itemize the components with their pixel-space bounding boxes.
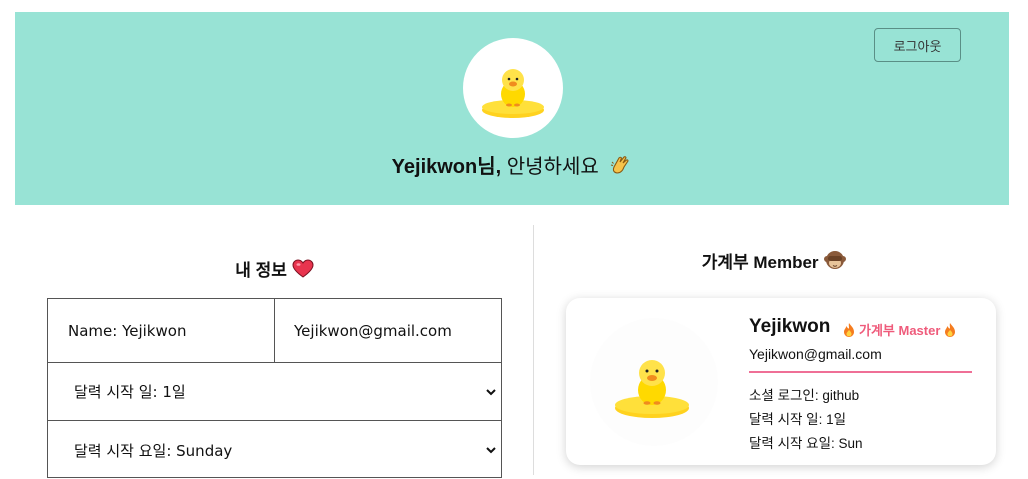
member-role-text: 가계부 Master: [859, 323, 941, 338]
calendar-start-weekday-select[interactable]: 달력 시작 요일: Sunday: [48, 421, 501, 479]
logout-button[interactable]: 로그아웃: [874, 28, 961, 62]
calendar-start-day-value: 달력 시작 일: 1일: [74, 383, 186, 401]
see-no-evil-monkey-icon: [823, 248, 847, 277]
duck-figure-icon: [615, 360, 689, 418]
member-name: Yejikwon: [749, 316, 831, 337]
calendar-start-weekday-value: 달력 시작 요일: Sunday: [74, 441, 233, 460]
info-row: Name: Yejikwon Yejikwon@gmail.com: [48, 299, 501, 363]
calendar-start-day-select[interactable]: 달력 시작 일: 1일: [48, 363, 501, 421]
member-email: Yejikwon@gmail.com: [749, 346, 882, 362]
member-start-day: 달력 시작 일: 1일: [749, 412, 847, 427]
members-title: 가계부 Member: [701, 253, 819, 272]
duck-figure-icon: [482, 69, 544, 118]
heart-icon: [292, 259, 314, 284]
my-info-heading: 내 정보: [47, 256, 502, 284]
greeting-text: 안녕하세요: [501, 156, 599, 178]
member-card: Yejikwon 가계부 Master Yejikwon@gmail.com 소…: [566, 298, 996, 465]
member-avatar: [590, 318, 718, 446]
column-divider: [533, 225, 534, 475]
email-cell: Yejikwon@gmail.com: [294, 321, 452, 340]
name-cell: Name: Yejikwon: [48, 299, 275, 362]
fire-icon: [945, 322, 956, 337]
my-info-table: Name: Yejikwon Yejikwon@gmail.com 달력 시작 …: [47, 298, 502, 478]
member-start-weekday: 달력 시작 요일: Sun: [749, 436, 863, 451]
chevron-down-icon: [486, 388, 496, 395]
member-role-badge: 가계부 Master: [842, 320, 957, 339]
card-divider: [749, 371, 972, 373]
fire-icon: [844, 322, 854, 337]
profile-avatar: [463, 38, 563, 138]
my-info-title: 내 정보: [235, 261, 287, 280]
greeting-name: Yejikwon님,: [391, 156, 502, 178]
clapping-hands-icon: [608, 153, 632, 183]
members-heading: 가계부 Member: [540, 248, 1009, 277]
profile-header: 로그아웃 Yejikwon님, 안녕하세요: [15, 12, 1009, 205]
chevron-down-icon: [486, 447, 496, 454]
member-social-login: 소셜 로그인: github: [749, 388, 860, 403]
greeting-message: Yejikwon님, 안녕하세요: [15, 150, 1009, 183]
